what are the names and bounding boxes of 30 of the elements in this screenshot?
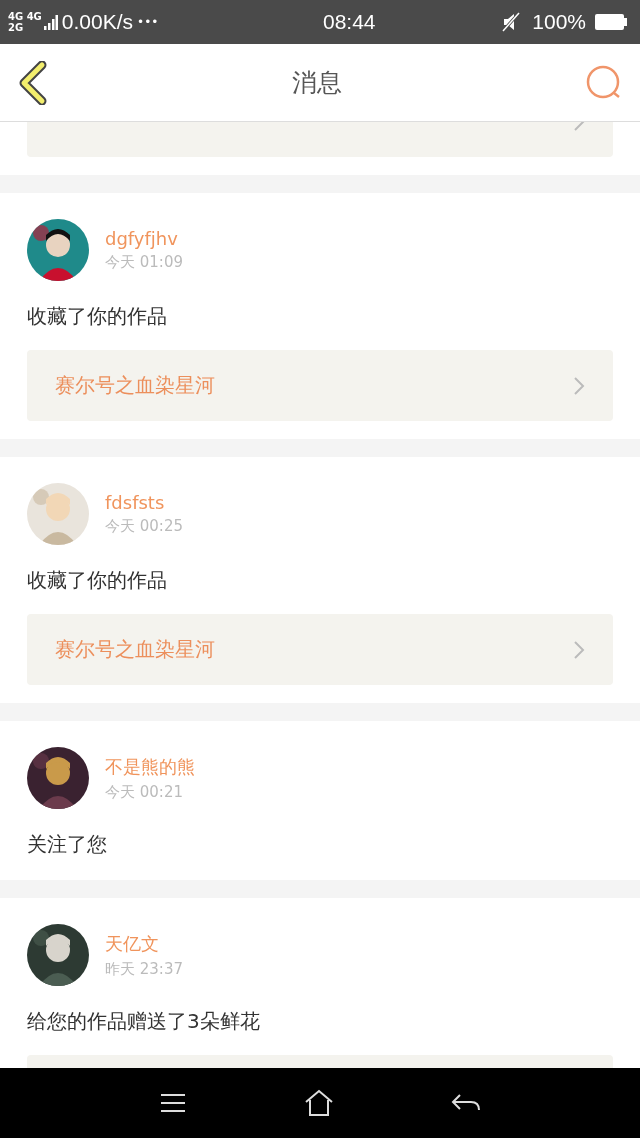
clock: 08:44 [322,10,376,34]
menu-icon[interactable] [158,1093,187,1113]
back-icon[interactable] [18,60,48,105]
message-text: 收藏了你的作品 [27,303,168,330]
message-time: 昨天 23:37 [105,959,183,979]
battery-icon [594,13,628,31]
signal-icon [43,12,58,32]
message-text: 给您的作品赠送了3朵鲜花 [27,1008,261,1035]
network-label: 4G 4G [8,11,42,22]
user-name[interactable]: fdsfsts [105,492,183,513]
more-dots: ••• [137,15,159,29]
battery-percent: 100% [532,10,586,34]
mute-icon [500,11,523,33]
message-text: 收藏了你的作品 [27,567,168,594]
chevron-icon [573,375,585,396]
message-time: 今天 00:21 [105,782,184,802]
back-arrow-icon[interactable] [451,1093,482,1113]
message-time: 今天 01:09 [105,253,183,272]
chevron-icon [573,639,585,660]
page-title: 消息 [292,67,342,99]
user-name[interactable]: 天亿文 [105,931,183,956]
work-link[interactable]: 赛尔号之血染星河 [27,614,613,685]
user-name[interactable]: dgfyfjhv [105,228,183,249]
user-name[interactable]: 不是熊的熊 [105,754,195,779]
network-label: 2G [8,22,25,33]
network-speed: 0.00K/s [61,10,134,34]
home-icon[interactable] [304,1089,334,1117]
work-link[interactable]: 赛尔号之血染星河 [27,350,613,421]
message-time: 今天 00:25 [105,517,183,536]
message-text: 关注了您 [27,831,108,858]
